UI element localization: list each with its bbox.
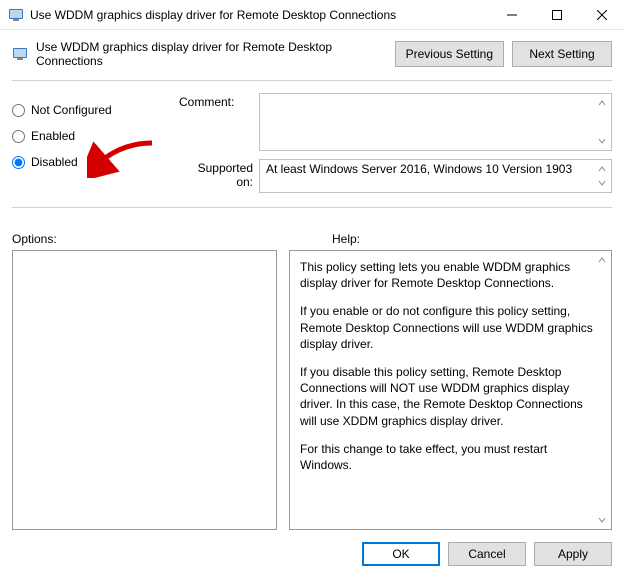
supported-label: Supported on: <box>179 159 259 193</box>
app-icon <box>8 7 24 23</box>
close-button[interactable] <box>579 0 624 29</box>
scroll-down-icon[interactable] <box>595 513 609 527</box>
radio-disabled[interactable]: Disabled <box>12 149 167 175</box>
scroll-down-icon[interactable] <box>595 176 609 190</box>
radio-enabled-label: Enabled <box>31 129 75 143</box>
config-area: Not Configured Enabled Disabled Comment:… <box>0 87 624 201</box>
radio-disabled-label: Disabled <box>31 155 78 169</box>
comment-input[interactable] <box>259 93 612 151</box>
cancel-button[interactable]: Cancel <box>448 542 526 566</box>
scroll-up-icon[interactable] <box>595 253 609 267</box>
supported-value: At least Windows Server 2016, Windows 10… <box>266 162 572 176</box>
header-row: Use WDDM graphics display driver for Rem… <box>0 30 624 74</box>
options-panel <box>12 250 277 530</box>
radio-group: Not Configured Enabled Disabled <box>12 93 167 201</box>
minimize-button[interactable] <box>489 0 534 29</box>
help-label: Help: <box>332 232 360 246</box>
help-text: This policy setting lets you enable WDDM… <box>300 259 601 291</box>
window-controls <box>489 0 624 29</box>
next-setting-button[interactable]: Next Setting <box>512 41 612 67</box>
footer: OK Cancel Apply <box>0 530 624 578</box>
maximize-button[interactable] <box>534 0 579 29</box>
radio-not-configured-input[interactable] <box>12 104 25 117</box>
help-panel: This policy setting lets you enable WDDM… <box>289 250 612 530</box>
scroll-up-icon[interactable] <box>595 162 609 176</box>
previous-setting-button[interactable]: Previous Setting <box>395 41 504 67</box>
ok-button[interactable]: OK <box>362 542 440 566</box>
comment-label: Comment: <box>179 93 259 151</box>
divider <box>12 207 612 208</box>
scroll-up-icon[interactable] <box>595 96 609 110</box>
radio-not-configured[interactable]: Not Configured <box>12 97 167 123</box>
supported-row: Supported on: At least Windows Server 20… <box>179 159 612 193</box>
help-text: For this change to take effect, you must… <box>300 441 601 473</box>
apply-button[interactable]: Apply <box>534 542 612 566</box>
options-label: Options: <box>12 232 332 246</box>
radio-disabled-input[interactable] <box>12 156 25 169</box>
help-text: If you enable or do not configure this p… <box>300 303 601 352</box>
policy-title: Use WDDM graphics display driver for Rem… <box>36 40 387 68</box>
titlebar: Use WDDM graphics display driver for Rem… <box>0 0 624 30</box>
scroll-down-icon[interactable] <box>595 134 609 148</box>
radio-enabled[interactable]: Enabled <box>12 123 167 149</box>
supported-box: At least Windows Server 2016, Windows 10… <box>259 159 612 193</box>
radio-not-configured-label: Not Configured <box>31 103 112 117</box>
divider <box>12 80 612 81</box>
help-text: If you disable this policy setting, Remo… <box>300 364 601 429</box>
comment-row: Comment: <box>179 93 612 151</box>
policy-icon <box>12 46 28 62</box>
panels-row: This policy setting lets you enable WDDM… <box>0 250 624 530</box>
fields-column: Comment: Supported on: At least Windows … <box>179 93 612 201</box>
window-title: Use WDDM graphics display driver for Rem… <box>30 8 489 22</box>
radio-enabled-input[interactable] <box>12 130 25 143</box>
section-labels: Options: Help: <box>0 214 624 250</box>
